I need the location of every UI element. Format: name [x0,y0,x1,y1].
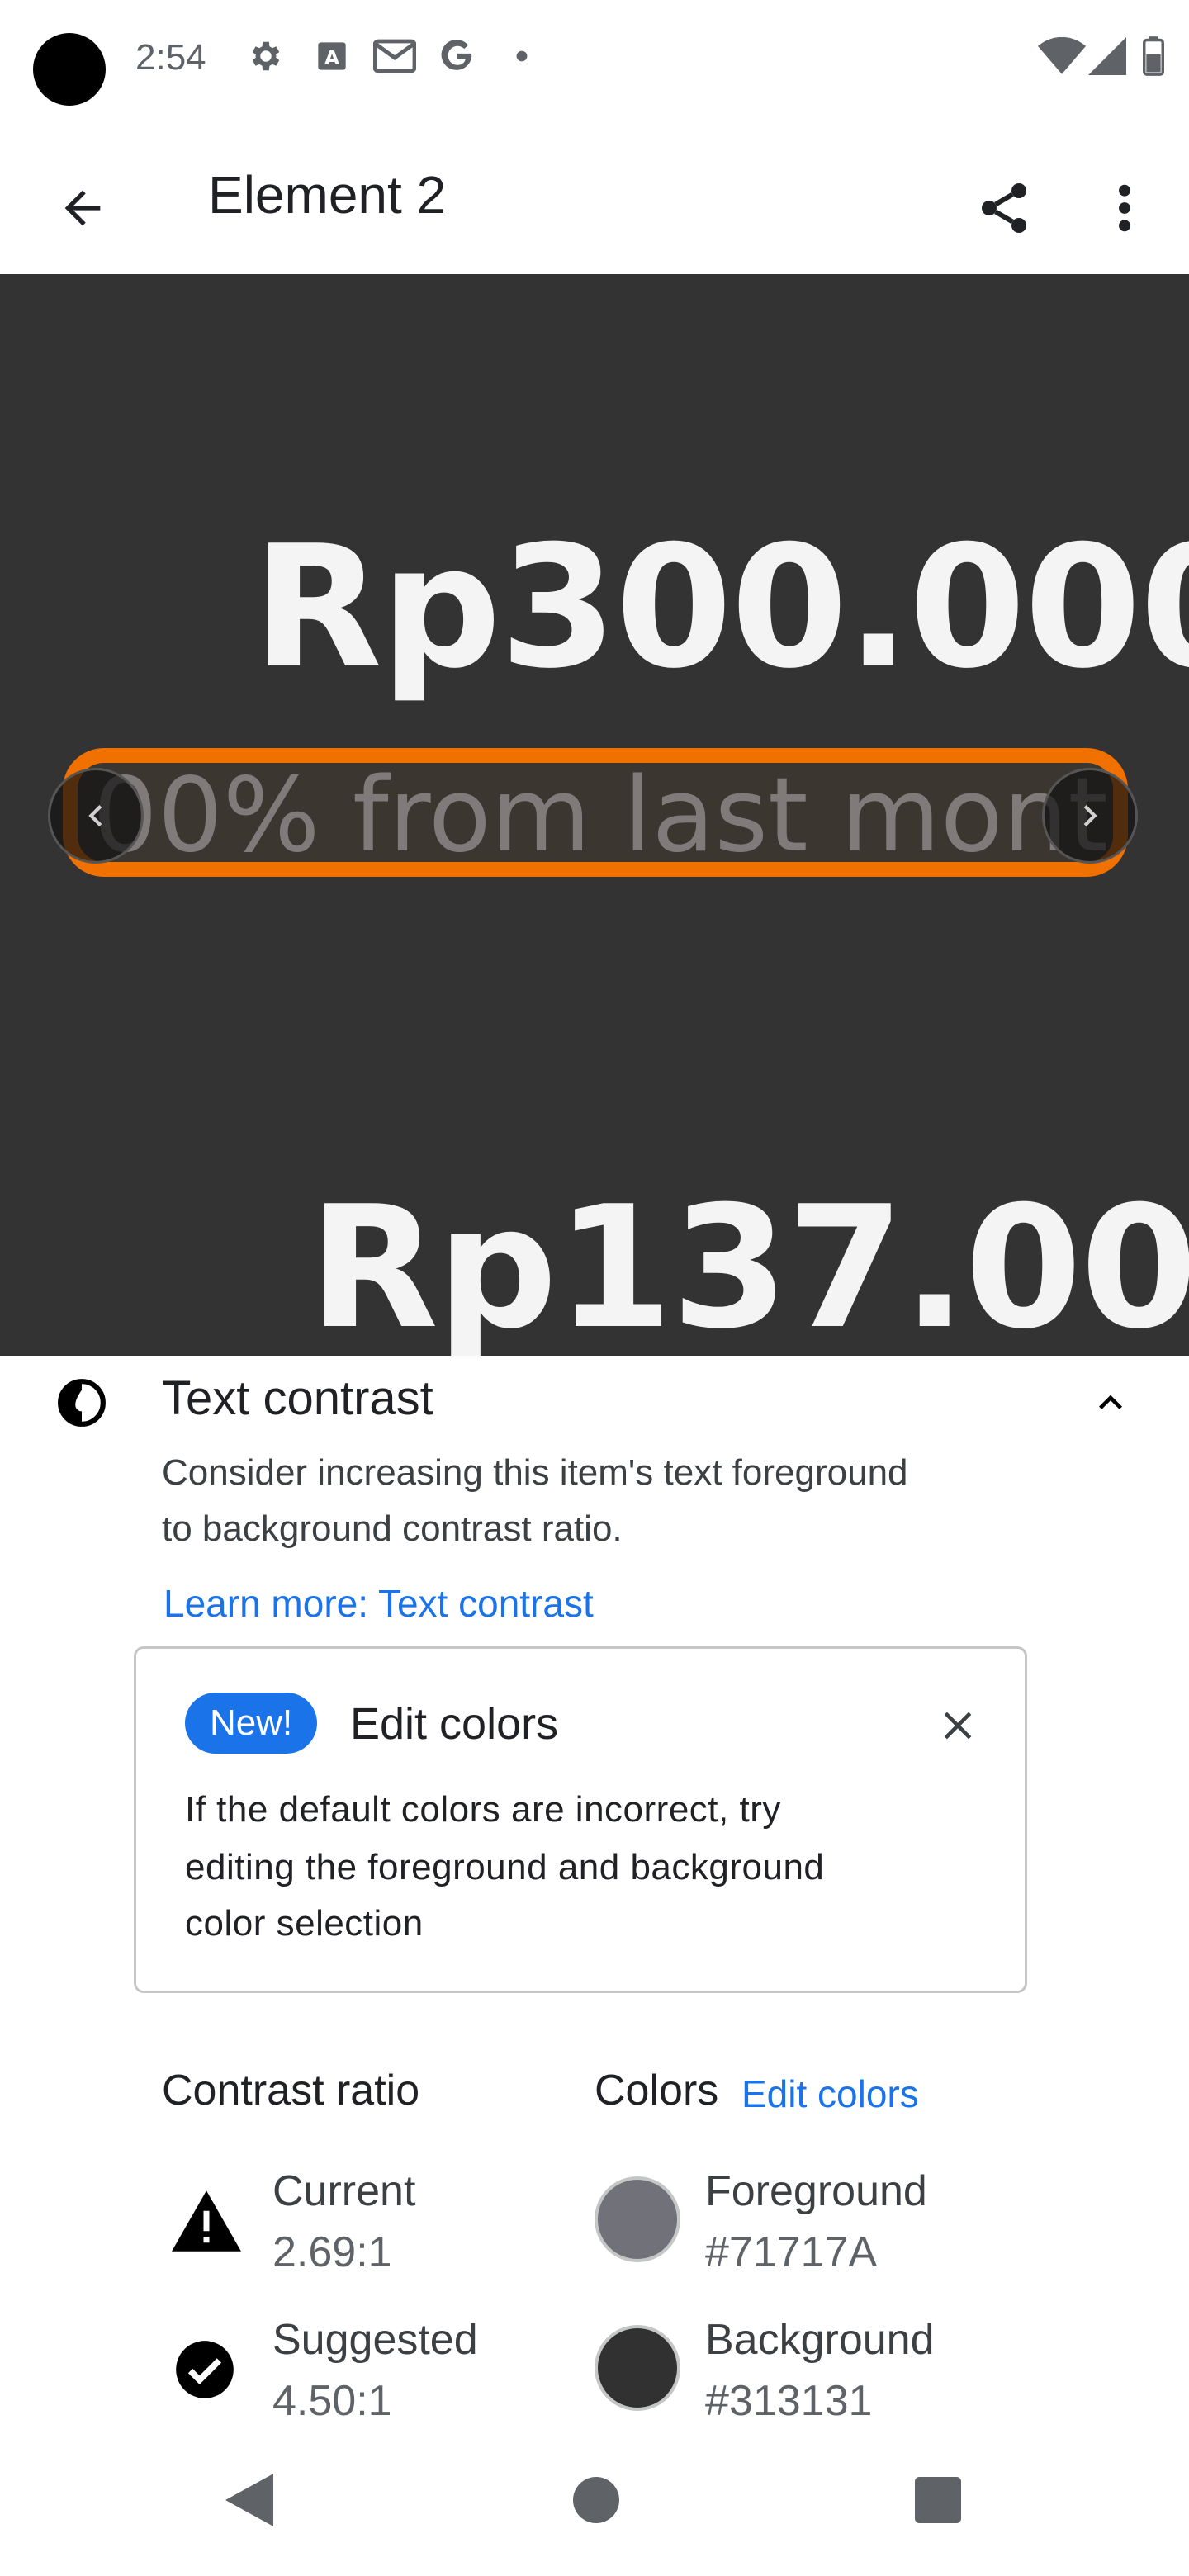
card-body-line2: editing the foreground and background [185,1847,825,1887]
arrow-back-icon[interactable] [41,167,124,249]
contrast-ratio-heading: Contrast ratio [162,2067,420,2114]
edit-colors-link[interactable]: Edit colors [741,2071,919,2117]
chevron-up-icon[interactable] [1082,1374,1139,1432]
system-nav-bar [0,2437,1189,2576]
more-vert-icon[interactable] [1090,167,1159,249]
share-icon[interactable] [963,167,1045,249]
page-title: Element 2 [208,165,447,225]
amount-bottom: Rp137.000 [309,1171,1189,1357]
font-a-icon: A [312,36,352,76]
background-swatch[interactable] [594,2325,680,2411]
background-label: Background [705,2316,935,2364]
nav-back-icon[interactable] [218,2469,281,2531]
settings-icon [244,36,287,76]
chevron-right-icon [1083,805,1097,826]
issue-description-line2: to background contrast ratio. [162,1508,623,1549]
colors-heading: Colors [594,2067,719,2114]
foreground-value: #71717A [705,2228,878,2276]
issue-description-line1: Consider increasing this item's text for… [162,1452,908,1493]
element-highlight [63,748,1128,877]
contrast-icon [51,1372,112,1433]
next-element-button[interactable] [1042,768,1138,864]
card-body-line1: If the default colors are incorrect, try [185,1789,781,1830]
wifi-icon [1037,36,1087,76]
status-time: 2:54 [135,37,206,78]
camera-cutout [33,33,106,106]
learn-more-link[interactable]: Learn more: Text contrast [163,1575,594,1631]
nav-recents-icon[interactable] [907,2469,969,2531]
status-bar: 2:54 A [0,0,1189,116]
previous-element-button[interactable] [48,768,144,864]
chevron-left-icon [88,805,102,826]
new-badge: New! [185,1693,318,1754]
screenshot-preview: Rp300.000 00% from last mont Rp137.000 [0,274,1189,1356]
current-label: Current [272,2167,416,2215]
app-bar [0,116,1189,272]
amount-top: Rp300.000 [253,510,1189,706]
current-value: 2.69:1 [272,2228,392,2276]
warning-icon [168,2188,244,2254]
cell-signal-icon [1087,36,1128,76]
check-circle-icon [172,2337,238,2403]
suggested-label: Suggested [272,2316,478,2364]
foreground-swatch[interactable] [594,2176,680,2262]
nav-home-icon[interactable] [565,2469,628,2531]
background-value: #313131 [705,2377,873,2425]
svg-text:A: A [324,46,339,69]
google-icon [436,36,479,76]
gmail-icon [370,36,419,76]
foreground-label: Foreground [705,2167,927,2215]
battery-icon [1138,36,1169,76]
issue-title: Text contrast [162,1371,433,1425]
card-title: Edit colors [350,1699,559,1749]
close-icon[interactable] [928,1696,988,1755]
card-body-line3: color selection [185,1903,424,1944]
suggested-value: 4.50:1 [272,2377,392,2425]
dot-icon [510,36,533,76]
